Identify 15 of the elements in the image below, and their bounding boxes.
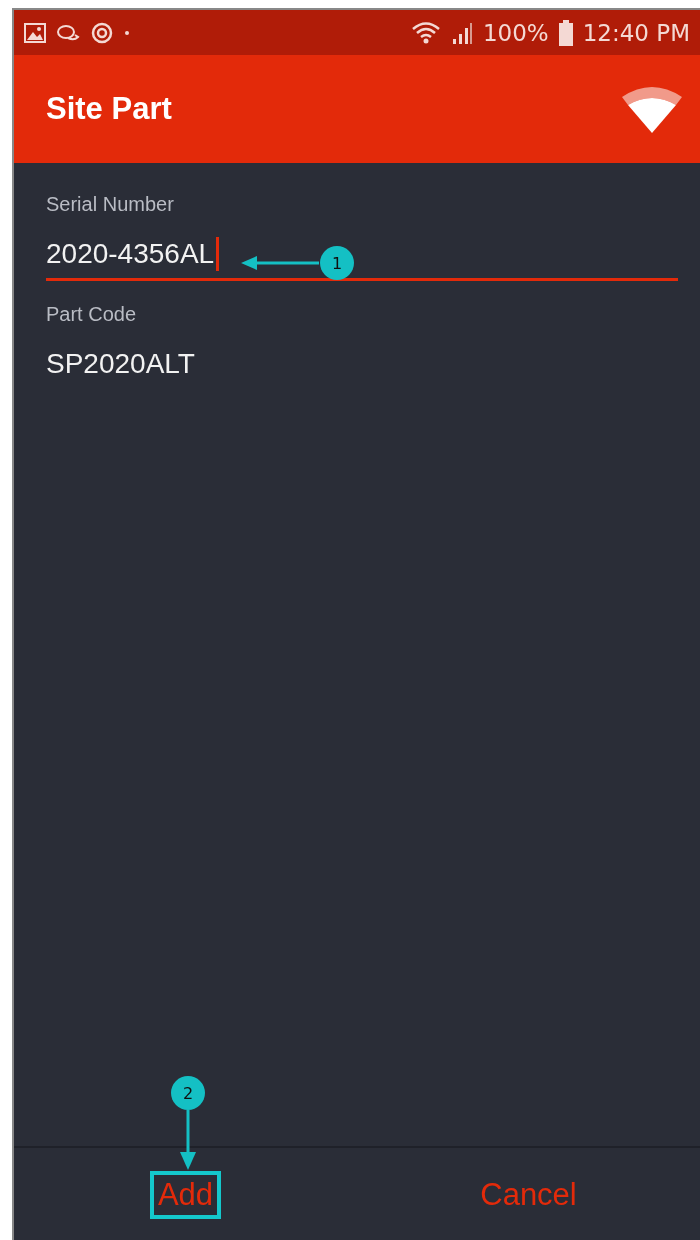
- wifi-icon[interactable]: [622, 85, 682, 133]
- clock-time: 12:40 PM: [582, 19, 690, 46]
- cancel-button[interactable]: Cancel: [472, 1171, 585, 1219]
- callout-arrow: [178, 1110, 198, 1170]
- wifi-icon: [410, 20, 441, 45]
- screen-title: Site Part: [46, 91, 173, 127]
- battery-icon: [558, 19, 573, 46]
- battery-percent: 100%: [482, 19, 549, 46]
- field-value: SP2020ALT: [46, 347, 196, 381]
- image-icon: [24, 22, 46, 43]
- field-label: Serial Number: [46, 193, 175, 216]
- field-label: Part Code: [46, 303, 138, 326]
- signal-icon: [450, 20, 473, 45]
- dot-icon: [124, 29, 130, 36]
- add-button[interactable]: Add: [149, 1171, 222, 1219]
